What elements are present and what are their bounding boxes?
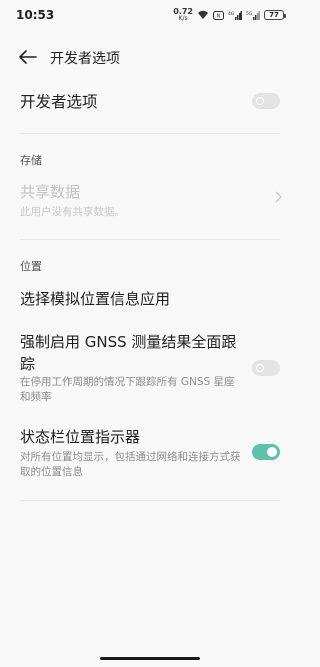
section-header-location: 位置 <box>20 260 42 273</box>
back-button[interactable] <box>16 46 40 70</box>
page-title: 开发者选项 <box>50 51 120 67</box>
status-icons: 0.72 K/s N 4G 5G 77 <box>173 7 286 23</box>
nfc-icon: N <box>213 10 224 20</box>
section-header-storage: 存储 <box>20 154 42 167</box>
developer-options-label: 开发者选项 <box>20 93 98 111</box>
mock-location-app-title: 选择模拟位置信息应用 <box>20 290 171 308</box>
signal-icon-2: 5G <box>246 10 260 20</box>
divider <box>20 500 280 501</box>
wifi-icon <box>197 10 209 20</box>
app-bar: 开发者选项 <box>0 40 300 76</box>
developer-options-toggle[interactable] <box>252 93 280 109</box>
shared-data-title: 共享数据 <box>20 183 81 201</box>
network-speed-value: 0.72 <box>173 7 193 16</box>
shared-data-subtitle: 此用户没有共享数据。 <box>20 206 125 218</box>
signal-icon-1: 4G <box>228 10 242 20</box>
status-bar-location-indicator-toggle[interactable] <box>252 444 280 460</box>
chevron-right-icon <box>275 191 282 207</box>
status-time: 10:53 <box>16 8 55 22</box>
signal-label-2: 5G <box>246 11 253 17</box>
mock-location-app-row[interactable]: 选择模拟位置信息应用 <box>0 288 300 312</box>
signal-label-1: 4G <box>228 11 235 17</box>
home-indicator[interactable] <box>100 657 200 660</box>
network-speed-unit: K/s <box>178 15 188 22</box>
developer-options-row[interactable]: 开发者选项 <box>0 90 300 114</box>
divider <box>20 133 280 134</box>
status-bar-location-indicator-subtitle: 对所有位置均显示，包括通过网络和连接方式获取的位置信息 <box>20 451 241 478</box>
gnss-tracking-subtitle: 在停用工作周期的情况下跟踪所有 GNSS 星座和频率 <box>20 376 235 403</box>
divider <box>20 239 280 240</box>
status-bar: 10:53 0.72 K/s N 4G 5G 77 <box>0 0 300 30</box>
svg-text:N: N <box>217 13 221 19</box>
toggle-knob <box>267 447 277 457</box>
gnss-tracking-title: 强制启用 GNSS 测量结果全面跟踪 <box>20 333 237 373</box>
toggle-knob <box>256 364 264 372</box>
toggle-knob <box>256 97 264 105</box>
shared-data-row: 共享数据 此用户没有共享数据。 <box>0 181 300 223</box>
gnss-tracking-toggle[interactable] <box>252 360 280 376</box>
network-speed: 0.72 K/s <box>173 7 193 23</box>
arrow-back-icon <box>19 49 37 68</box>
status-bar-location-indicator-title: 状态栏位置指示器 <box>20 428 141 446</box>
battery-icon: 77 <box>264 10 286 20</box>
battery-level: 77 <box>269 11 279 19</box>
status-bar-location-indicator-row[interactable]: 状态栏位置指示器 对所有位置均显示，包括通过网络和连接方式获取的位置信息 <box>0 426 300 486</box>
gnss-tracking-row[interactable]: 强制启用 GNSS 测量结果全面跟踪 在停用工作周期的情况下跟踪所有 GNSS … <box>0 331 300 411</box>
